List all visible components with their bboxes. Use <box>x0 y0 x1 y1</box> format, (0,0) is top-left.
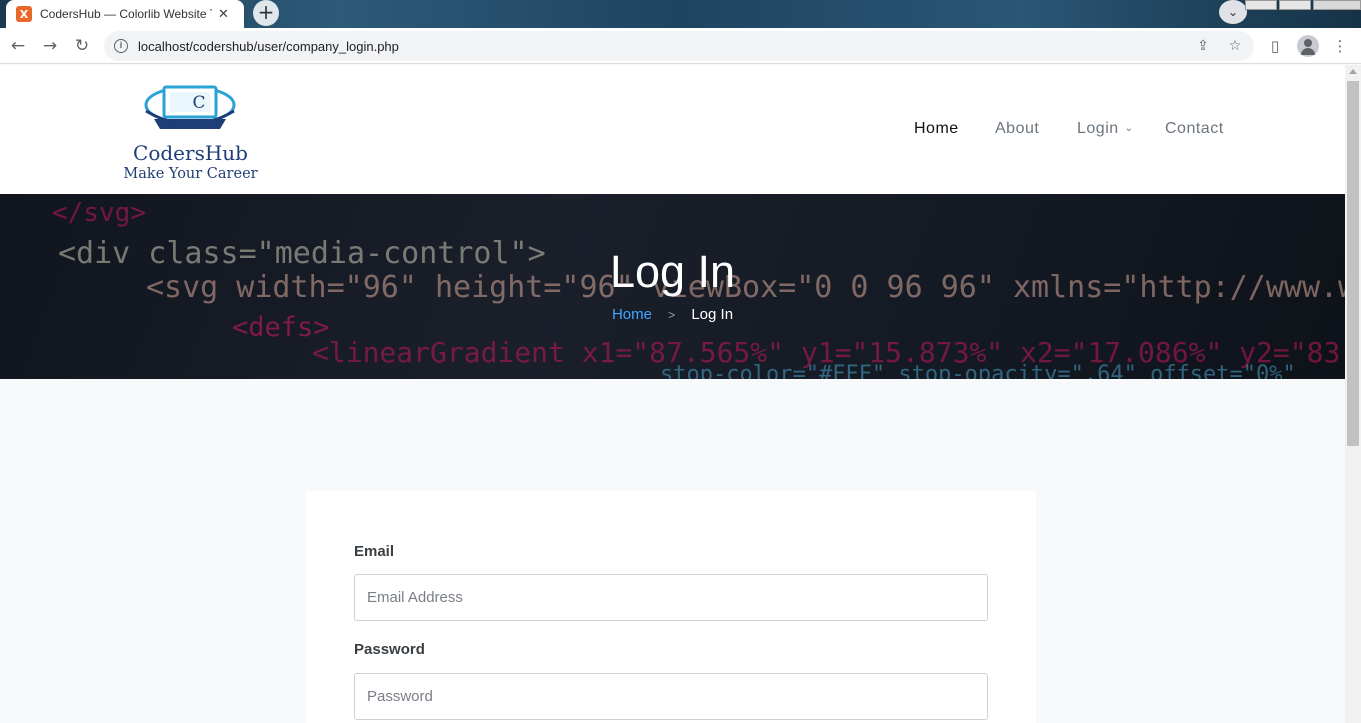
side-panel-icon[interactable]: ▯ <box>1264 35 1286 57</box>
password-field[interactable] <box>354 673 988 720</box>
browser-menu-icon[interactable]: ⋮ <box>1329 35 1351 57</box>
nav-login-dropdown[interactable]: Login ⌄ <box>1077 120 1134 138</box>
chevron-down-icon: ⌄ <box>1124 123 1134 134</box>
breadcrumb: Home > Log In <box>0 306 1345 323</box>
logo-tagline: Make Your Career <box>123 166 258 182</box>
xampp-favicon-icon: X <box>16 6 32 22</box>
page-title: Log In <box>609 246 736 297</box>
breadcrumb-separator-icon: > <box>668 308 676 322</box>
url-text[interactable]: localhost/codershub/user/company_login.p… <box>138 39 399 54</box>
new-tab-button[interactable]: + <box>253 0 279 26</box>
site-logo[interactable]: C CodersHub Make Your Career <box>118 81 263 185</box>
profile-avatar-icon[interactable] <box>1297 35 1319 57</box>
back-arrow-icon[interactable]: ← <box>7 35 29 57</box>
reload-icon[interactable]: ↻ <box>71 35 93 57</box>
browser-tab-strip: X CodersHub — Colorlib Website T ✕ + ⌄ <box>0 0 1361 28</box>
code-background-line: stop-color="#FFF" stop-opacity=".64" off… <box>660 362 1296 379</box>
logo-title: CodersHub <box>133 141 248 165</box>
nav-about-link[interactable]: About <box>995 120 1039 138</box>
forward-arrow-icon[interactable]: → <box>39 35 61 57</box>
minimize-button[interactable] <box>1245 0 1277 10</box>
login-form-card: Email Password <box>306 491 1036 723</box>
laptop-logo-icon: C <box>144 85 236 129</box>
close-tab-icon[interactable]: ✕ <box>218 7 229 22</box>
maximize-button[interactable] <box>1279 0 1311 10</box>
site-info-icon[interactable]: i <box>114 39 128 53</box>
tab-title: CodersHub — Colorlib Website T <box>40 7 212 21</box>
code-background-line: </svg> <box>52 198 146 228</box>
scroll-up-arrow-icon[interactable] <box>1349 69 1357 74</box>
share-icon[interactable]: ⇪ <box>1194 37 1212 55</box>
breadcrumb-home-link[interactable]: Home <box>612 306 652 323</box>
bookmark-star-icon[interactable]: ☆ <box>1226 37 1244 55</box>
logo-letter: C <box>192 93 205 113</box>
nav-contact-link[interactable]: Contact <box>1165 120 1224 138</box>
scrollbar-thumb[interactable] <box>1347 81 1359 446</box>
browser-toolbar: ← → ↻ i localhost/codershub/user/company… <box>0 28 1361 64</box>
close-window-button[interactable] <box>1313 0 1361 10</box>
breadcrumb-current: Log In <box>691 306 734 323</box>
page-content: C CodersHub Make Your Career Home About … <box>0 65 1345 723</box>
password-label: Password <box>354 641 425 658</box>
window-controls <box>1243 0 1361 10</box>
browser-tab[interactable]: X CodersHub — Colorlib Website T ✕ <box>6 0 244 28</box>
nav-home-link[interactable]: Home <box>914 120 959 138</box>
nav-login-label: Login <box>1077 120 1119 137</box>
site-header: C CodersHub Make Your Career Home About … <box>0 65 1345 194</box>
hero-banner: </svg> <div class="media-control"> <svg … <box>0 194 1345 379</box>
page-scrollbar[interactable] <box>1345 65 1361 723</box>
address-bar[interactable]: i localhost/codershub/user/company_login… <box>104 31 1254 61</box>
email-label: Email <box>354 543 395 560</box>
email-field[interactable] <box>354 574 988 621</box>
